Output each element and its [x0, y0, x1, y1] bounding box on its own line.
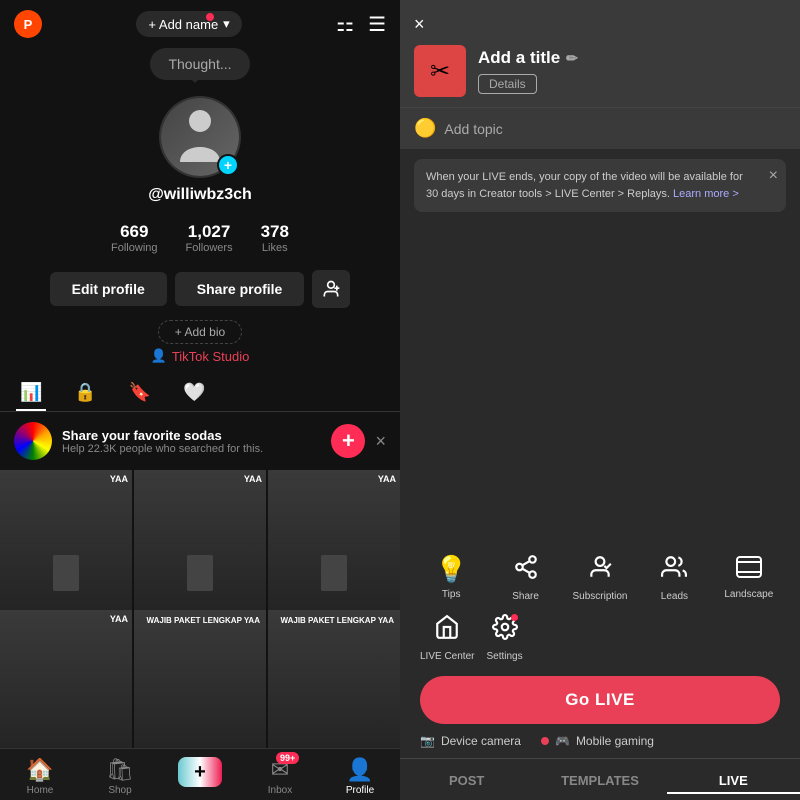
- nav-create[interactable]: +: [160, 757, 240, 796]
- notification-dot: [206, 13, 214, 21]
- suggestion-close-button[interactable]: ×: [375, 431, 386, 452]
- avatar-plus-button[interactable]: +: [217, 154, 239, 176]
- live-bottom-tabs: POST TEMPLATES LIVE: [400, 758, 800, 800]
- landscape-tool[interactable]: Landscape: [718, 554, 780, 602]
- nav-shop[interactable]: 🛍 Shop: [80, 757, 160, 796]
- leads-tool[interactable]: Leads: [643, 554, 705, 602]
- suggestion-card: Share your favorite sodas Help 22.3K peo…: [0, 412, 400, 470]
- subscription-tool[interactable]: Subscription: [569, 554, 631, 602]
- table-row[interactable]: WAJIB PAKET LENGKAP YAA: [268, 610, 400, 748]
- followers-stat[interactable]: 1,027 Followers: [186, 222, 233, 254]
- menu-icon[interactable]: ⚏: [336, 12, 354, 37]
- create-button[interactable]: +: [178, 757, 222, 787]
- action-buttons: Edit profile Share profile: [0, 262, 400, 316]
- username: @williwbz3ch: [148, 186, 252, 204]
- suggestion-text: Share your favorite sodas Help 22.3K peo…: [62, 428, 321, 455]
- content-tabs: 📊 🔒 🔖 🤍: [0, 372, 400, 412]
- live-center-tool[interactable]: LIVE Center: [420, 614, 474, 662]
- live-title-row: ✂ Add a title ✏ Details: [414, 45, 786, 97]
- mobile-gaming-dot: [541, 737, 549, 745]
- stats-row: 669 Following 1,027 Followers 378 Likes: [0, 214, 400, 262]
- device-camera-option[interactable]: 📷 Device camera: [420, 734, 521, 748]
- top-bar: P + Add name ▾ ⚏ ☰: [0, 0, 400, 48]
- tab-reposts[interactable]: 🔖: [125, 376, 155, 411]
- subscription-icon: [587, 554, 613, 587]
- tab-templates[interactable]: TEMPLATES: [533, 769, 666, 794]
- shop-icon: 🛍: [106, 757, 134, 783]
- info-banner: When your LIVE ends, your copy of the vi…: [414, 159, 786, 212]
- live-header: × ✂ Add a title ✏ Details: [400, 0, 800, 107]
- avatar-section: + @williwbz3ch: [0, 92, 400, 214]
- info-banner-close[interactable]: ×: [769, 167, 778, 185]
- bottom-nav: 🏠 Home 🛍 Shop + ✉ 99+ Inbox 👤 Profile: [0, 748, 400, 800]
- go-live-button[interactable]: Go LIVE: [420, 676, 780, 724]
- profile-nav-icon: 👤: [346, 757, 373, 783]
- tab-private[interactable]: 🔒: [70, 376, 100, 411]
- hamburger-icon[interactable]: ☰: [368, 12, 386, 37]
- person-svg: [175, 107, 225, 167]
- tab-videos[interactable]: 📊: [16, 376, 46, 411]
- home-icon: 🏠: [26, 757, 53, 783]
- live-title: Add a title ✏: [478, 48, 578, 68]
- table-row[interactable]: YAA: [0, 610, 132, 748]
- learn-more-link[interactable]: Learn more >: [673, 188, 739, 200]
- camera-icon: 📷: [420, 734, 435, 748]
- add-bio-button[interactable]: + Add bio: [158, 320, 242, 344]
- live-title-section: Add a title ✏ Details: [478, 48, 578, 94]
- edit-title-icon[interactable]: ✏: [566, 50, 578, 67]
- tips-icon: 💡: [435, 554, 467, 585]
- tab-likes[interactable]: 🤍: [179, 376, 209, 411]
- add-topic-row[interactable]: 🟡 Add topic: [400, 107, 800, 149]
- avatar-wrapper: +: [159, 96, 241, 178]
- live-center-icon: [434, 614, 460, 647]
- profile-icon: P: [14, 10, 42, 38]
- gaming-icon: 🎮: [555, 734, 570, 748]
- edit-profile-button[interactable]: Edit profile: [50, 272, 167, 306]
- tiktok-studio-link[interactable]: 👤 TikTok Studio: [151, 348, 250, 364]
- mobile-gaming-option[interactable]: 🎮 Mobile gaming: [541, 734, 654, 748]
- nav-home[interactable]: 🏠 Home: [0, 757, 80, 796]
- left-panel: P + Add name ▾ ⚏ ☰ Thought...: [0, 0, 400, 800]
- add-name-button[interactable]: + Add name ▾: [136, 11, 241, 37]
- likes-stat[interactable]: 378 Likes: [261, 222, 289, 254]
- info-banner-text: When your LIVE ends, your copy of the vi…: [426, 169, 756, 202]
- top-bar-right: ⚏ ☰: [336, 12, 386, 37]
- settings-tool[interactable]: Settings: [486, 614, 522, 662]
- landscape-icon: [736, 554, 762, 585]
- table-row[interactable]: WAJIB PAKET LENGKAP YAA: [134, 610, 266, 748]
- nav-inbox[interactable]: ✉ 99+ Inbox: [240, 757, 320, 796]
- device-row: 📷 Device camera 🎮 Mobile gaming: [400, 734, 800, 758]
- suggestion-plus-button[interactable]: +: [331, 424, 365, 458]
- details-tab[interactable]: Details: [478, 74, 537, 94]
- add-friend-icon: [321, 279, 341, 299]
- add-topic-emoji: 🟡: [414, 118, 436, 139]
- video-grid: YAA ▷ 604 YAA ▷ 400 YAA ▷ 560 YAA WAJIB …: [0, 470, 400, 748]
- thought-bubble[interactable]: Thought...: [150, 48, 249, 80]
- share-tool[interactable]: Share: [494, 554, 556, 602]
- leads-icon: [661, 554, 687, 587]
- add-friend-button[interactable]: [312, 270, 350, 308]
- suggestion-image: [14, 422, 52, 460]
- settings-icon: [492, 614, 518, 647]
- tab-live[interactable]: LIVE: [667, 769, 800, 794]
- bio-section: + Add bio 👤 TikTok Studio: [0, 316, 400, 372]
- share-profile-button[interactable]: Share profile: [175, 272, 305, 306]
- right-panel: × ✂ Add a title ✏ Details 🟡 Add topic Wh…: [400, 0, 800, 800]
- share-icon: [513, 554, 539, 587]
- tab-post[interactable]: POST: [400, 769, 533, 794]
- live-tools-row2: LIVE Center Settings: [400, 614, 800, 676]
- following-stat[interactable]: 669 Following: [111, 222, 157, 254]
- nav-profile[interactable]: 👤 Profile: [320, 757, 400, 796]
- close-live-button[interactable]: ×: [414, 14, 425, 35]
- inbox-icon: ✉ 99+: [271, 757, 289, 783]
- live-thumbnail: ✂: [414, 45, 466, 97]
- live-tools: 💡 Tips Share Subscription: [400, 542, 800, 614]
- tips-tool[interactable]: 💡 Tips: [420, 554, 482, 602]
- live-spacer: [400, 222, 800, 542]
